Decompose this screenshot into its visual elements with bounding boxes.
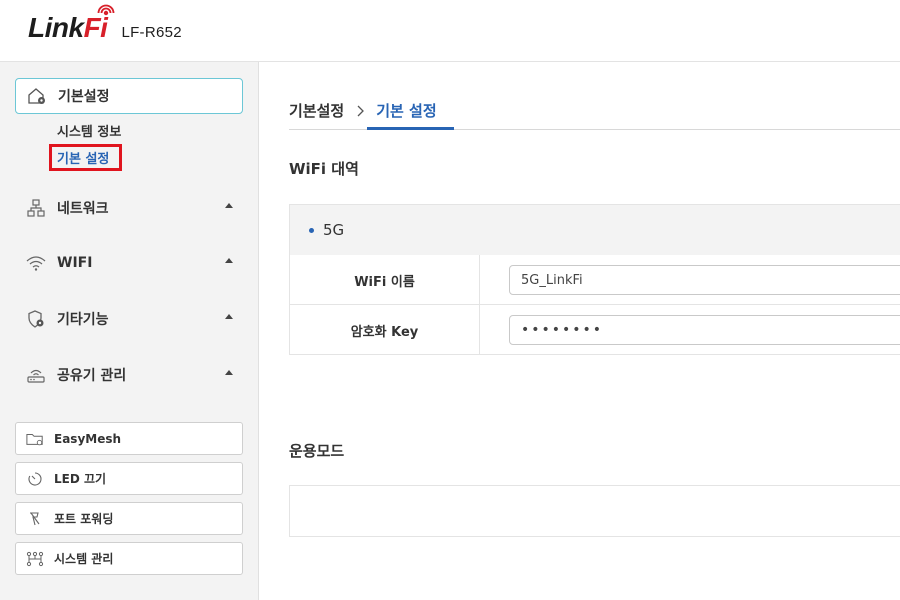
encryption-key-input[interactable]: •••••••• xyxy=(509,315,900,345)
model-name: LF-R652 xyxy=(121,24,182,41)
sidebar-item-wifi[interactable]: WIFI xyxy=(15,245,243,281)
operation-mode-box xyxy=(289,485,900,537)
port-forwarding-button[interactable]: 포트 포워딩 xyxy=(15,502,243,535)
highlight-box xyxy=(49,144,122,171)
router-icon xyxy=(25,364,47,386)
led-off-button[interactable]: LED 끄기 xyxy=(15,462,243,495)
chevron-up-icon xyxy=(225,258,233,263)
quick-button-label: EasyMesh xyxy=(54,431,122,446)
breadcrumb-parent[interactable]: 기본설정 xyxy=(289,100,344,121)
shield-gear-icon xyxy=(25,308,47,330)
quick-button-label: 시스템 관리 xyxy=(54,552,114,566)
submenu-system-info[interactable]: 시스템 정보 xyxy=(57,121,121,140)
chevron-up-icon xyxy=(225,370,233,375)
sidebar-item-label: 기타기능 xyxy=(57,312,109,328)
wifi-name-input[interactable]: 5G_LinkFi xyxy=(509,265,900,295)
sidebar-item-network[interactable]: 네트워크 xyxy=(15,190,243,226)
main-content: 기본설정 기본 설정 WiFi 대역 5G WiFi 이름 5G_LinkFi … xyxy=(260,62,900,600)
wifi-section-title: WiFi 대역 xyxy=(289,160,359,178)
band-header: 5G xyxy=(289,204,900,255)
wifi-icon xyxy=(25,252,47,274)
logo-text: LinkFi xyxy=(28,4,115,44)
header: LinkFi LF-R652 xyxy=(0,0,900,62)
logo[interactable]: LinkFi LF-R652 xyxy=(28,4,182,44)
system-management-button[interactable]: 시스템 관리 xyxy=(15,542,243,575)
home-settings-icon xyxy=(26,85,48,107)
easymesh-button[interactable]: EasyMesh xyxy=(15,422,243,455)
chevron-right-icon xyxy=(354,105,366,117)
breadcrumb-current[interactable]: 기본 설정 xyxy=(376,100,436,121)
sidebar-item-label: WIFI xyxy=(57,255,93,271)
network-icon xyxy=(25,197,47,219)
quick-button-label: LED 끄기 xyxy=(54,472,107,486)
band-label: 5G xyxy=(323,221,345,239)
encryption-key-label: 암호화 Key xyxy=(290,305,480,355)
sidebar-item-label: 공유기 관리 xyxy=(57,368,127,384)
sidebar-item-label: 기본설정 xyxy=(58,89,110,105)
timer-icon xyxy=(26,470,44,488)
operation-mode-title: 운용모드 xyxy=(289,442,345,460)
sidebar-item-label: 네트워크 xyxy=(57,201,109,217)
chevron-up-icon xyxy=(225,203,233,208)
sidebar: 기본설정 시스템 정보 기본 설정 네트워크 WIFI 기타기능 공유기 관리 … xyxy=(0,62,259,600)
chevron-up-icon xyxy=(225,314,233,319)
sidebar-item-extra-features[interactable]: 기타기능 xyxy=(15,301,243,337)
sidebar-item-basic-settings[interactable]: 기본설정 xyxy=(15,78,243,114)
port-icon xyxy=(26,510,44,528)
breadcrumb-active-underline xyxy=(367,127,454,130)
wifi-settings-table: WiFi 이름 5G_LinkFi 암호화 Key •••••••• xyxy=(289,255,900,355)
folder-gear-icon xyxy=(26,430,44,448)
nodes-icon xyxy=(26,550,44,568)
logo-wifi-icon xyxy=(98,4,115,16)
bullet-icon xyxy=(309,227,314,233)
quick-button-label: 포트 포워딩 xyxy=(54,512,114,526)
sidebar-item-router-management[interactable]: 공유기 관리 xyxy=(15,357,243,393)
table-row: 암호화 Key •••••••• xyxy=(290,305,900,355)
table-row: WiFi 이름 5G_LinkFi xyxy=(290,255,900,305)
wifi-name-label: WiFi 이름 xyxy=(290,255,480,305)
breadcrumb: 기본설정 기본 설정 xyxy=(289,100,437,121)
